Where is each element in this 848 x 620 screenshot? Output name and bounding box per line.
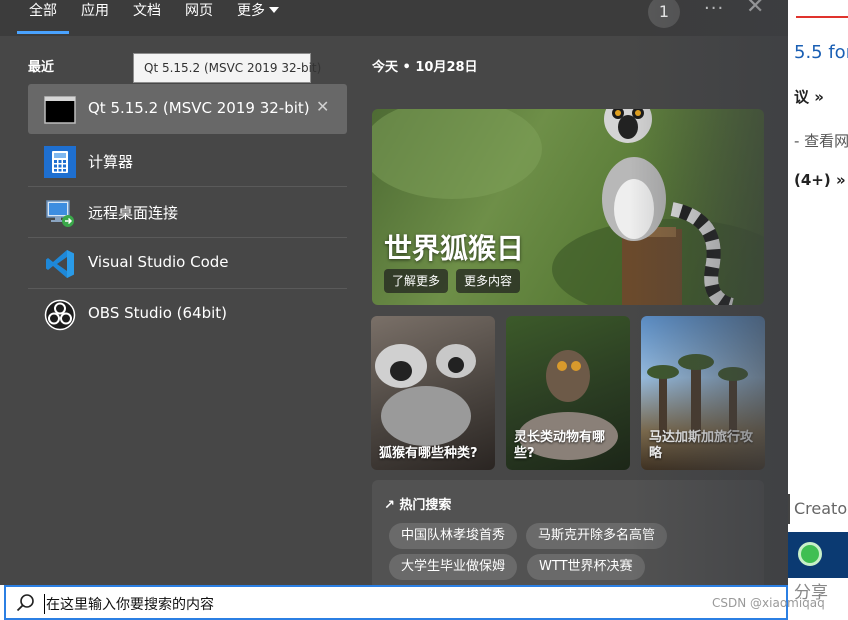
app-item-qt[interactable]: Qt 5.15.2 (MSVC 2019 32-bit) ✕ — [28, 84, 347, 134]
app-item-calculator[interactable]: 计算器 — [28, 136, 347, 186]
tab-apps[interactable]: 应用 — [81, 0, 109, 36]
tab-label: 全部 — [29, 3, 57, 19]
learn-more-button[interactable]: 了解更多 — [384, 269, 449, 293]
background-thumbnail — [788, 532, 848, 578]
tab-more[interactable]: 更多 — [237, 0, 279, 36]
close-icon[interactable]: ✕ — [746, 0, 764, 19]
hero-card[interactable]: 世界狐猴日 了解更多 更多内容 — [372, 109, 764, 305]
calculator-icon — [44, 146, 76, 178]
watermark: CSDN @xiaomiqaq — [712, 596, 825, 610]
top-navigation: 全部 应用 文档 网页 更多 1 ··· ✕ — [0, 0, 788, 36]
green-circle-icon — [798, 542, 822, 566]
obs-icon — [44, 299, 76, 331]
caret-down-icon — [269, 7, 279, 13]
background-webpage: 5.5 for 议 » - 查看网 (4+) » Creato 分享 — [788, 0, 848, 620]
more-options-icon[interactable]: ··· — [704, 0, 724, 19]
today-date-label: 今天 • 10月28日 — [372, 60, 478, 75]
search-panel: 全部 应用 文档 网页 更多 1 ··· ✕ 最近 Qt 5.15.2 (MSV… — [0, 0, 788, 585]
trending-tag[interactable]: 马斯克开除多名高管 — [526, 523, 668, 549]
background-text-line: 5.5 for — [794, 42, 848, 63]
background-text-line: (4+) » — [794, 171, 846, 189]
news-card-lemur-species[interactable]: 狐猴有哪些种类? — [371, 316, 495, 470]
trending-tag[interactable]: 中国队林孝埈首秀 — [389, 523, 518, 549]
hero-title: 世界狐猴日 — [384, 232, 525, 265]
vscode-icon — [46, 250, 74, 278]
tab-all[interactable]: 全部 — [17, 0, 69, 36]
remote-desktop-icon — [46, 200, 74, 227]
app-item-obs[interactable]: OBS Studio (64bit) — [28, 289, 347, 339]
app-label: 计算器 — [88, 153, 134, 171]
notification-badge[interactable]: 1 — [648, 0, 680, 28]
background-accent-bar — [796, 16, 848, 18]
remove-icon[interactable]: ✕ — [316, 97, 329, 116]
trending-title: ↗ 热门搜索 — [384, 498, 452, 513]
tab-label: 应用 — [81, 3, 109, 19]
app-item-vscode[interactable]: Visual Studio Code — [28, 238, 347, 288]
card-title: 灵长类动物有哪些? — [514, 430, 606, 461]
tab-web[interactable]: 网页 — [185, 0, 213, 36]
background-text-line: 议 » — [794, 88, 824, 106]
recent-section-label: 最近 — [28, 60, 55, 75]
news-card-madagascar[interactable]: 马达加斯加旅行攻略 — [641, 316, 765, 470]
app-label: 远程桌面连接 — [88, 204, 179, 222]
trending-searches: ↗ 热门搜索 中国队林孝埈首秀 马斯克开除多名高管 大学生毕业做保姆 WTT世界… — [372, 480, 764, 585]
tab-documents[interactable]: 文档 — [133, 0, 161, 36]
trending-tag[interactable]: 大学生毕业做保姆 — [389, 554, 518, 580]
search-input[interactable]: 在这里输入你要搜索的内容 — [44, 594, 214, 614]
tab-label: 网页 — [185, 3, 213, 19]
trending-tag[interactable]: WTT世界杯决赛 — [527, 554, 645, 580]
app-label: OBS Studio (64bit) — [88, 304, 228, 322]
search-bar[interactable]: 在这里输入你要搜索的内容 — [4, 585, 788, 620]
app-item-remote-desktop[interactable]: 远程桌面连接 — [28, 187, 347, 237]
qt-console-icon — [44, 96, 76, 124]
app-tooltip: Qt 5.15.2 (MSVC 2019 32-bit) — [133, 53, 321, 83]
background-text-line: - 查看网 — [794, 132, 848, 150]
app-label: Visual Studio Code — [88, 253, 229, 271]
search-icon — [16, 594, 34, 612]
card-title: 马达加斯加旅行攻略 — [649, 430, 754, 461]
tab-label: 文档 — [133, 3, 161, 19]
card-title: 狐猴有哪些种类? — [379, 446, 478, 461]
background-text-line: Creato — [788, 494, 848, 524]
tab-label: 更多 — [237, 3, 265, 19]
app-label: Qt 5.15.2 (MSVC 2019 32-bit) — [88, 99, 310, 117]
news-card-primates[interactable]: 灵长类动物有哪些? — [506, 316, 630, 470]
more-content-button[interactable]: 更多内容 — [456, 269, 521, 293]
